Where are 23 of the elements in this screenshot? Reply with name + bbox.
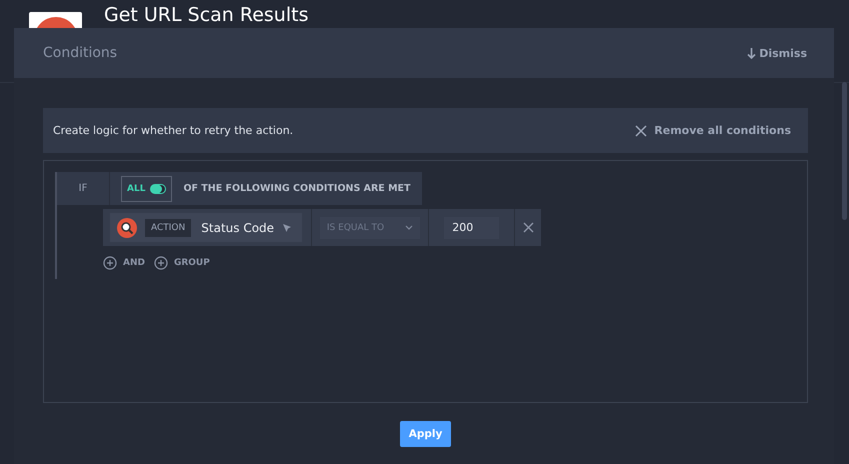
add-button[interactable]: AND bbox=[103, 256, 145, 270]
if-label: IF bbox=[57, 172, 110, 205]
plus-circle-icon bbox=[103, 256, 117, 270]
info-text: Create logic for whether to retry the action. bbox=[53, 124, 294, 137]
add-button[interactable]: GROUP bbox=[154, 256, 210, 270]
chevron-down-icon bbox=[404, 225, 413, 230]
rule-text: OF THE FOLLOWING CONDITIONS ARE MET bbox=[182, 183, 412, 194]
arrow-down-icon bbox=[747, 47, 756, 59]
mode-toggle[interactable]: ALL bbox=[121, 176, 172, 202]
field-name: Status Code bbox=[201, 220, 274, 234]
modal-title: Conditions bbox=[43, 45, 118, 61]
value-field[interactable]: 200 bbox=[444, 216, 500, 238]
plus-circle-icon bbox=[154, 256, 168, 270]
close-icon bbox=[522, 222, 534, 233]
page-title: Get URL Scan Results bbox=[104, 3, 308, 27]
close-icon bbox=[635, 124, 648, 136]
scrollbar[interactable] bbox=[842, 82, 847, 220]
dismiss-button[interactable]: Dismiss bbox=[747, 46, 807, 60]
cursor-icon bbox=[282, 222, 292, 232]
remove-all-button[interactable]: Remove all conditions bbox=[635, 124, 791, 137]
apply-button[interactable]: Apply bbox=[400, 421, 451, 447]
source-tag: ACTION bbox=[145, 218, 192, 236]
search-icon bbox=[117, 218, 137, 238]
